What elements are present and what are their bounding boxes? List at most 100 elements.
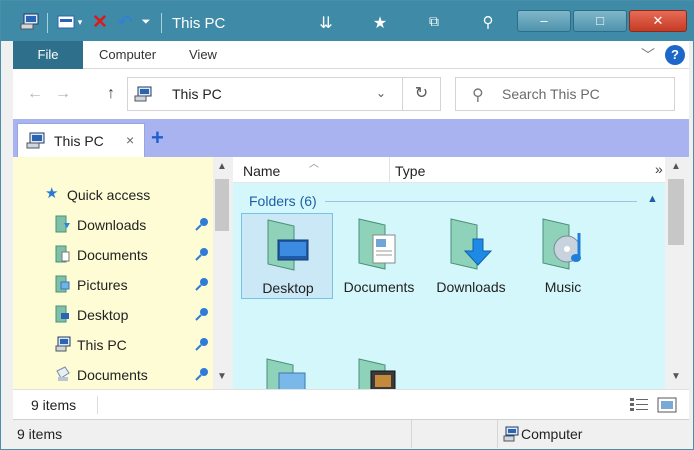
- separator: [47, 13, 48, 33]
- item-count: 9 items: [31, 397, 77, 413]
- forward-button[interactable]: →: [53, 83, 73, 105]
- close-tab-icon[interactable]: ×: [126, 132, 134, 148]
- customize-toolbar-icon[interactable]: ⏷: [139, 11, 153, 33]
- column-divider[interactable]: [389, 157, 390, 183]
- tab-computer[interactable]: Computer: [99, 41, 156, 69]
- window-title: This PC: [172, 15, 226, 32]
- folder-tile-downloads[interactable]: Downloads: [425, 213, 517, 299]
- desktop-folder-icon: [55, 305, 71, 323]
- chevron-down-icon[interactable]: ▾: [75, 11, 85, 33]
- pin-icon[interactable]: [195, 217, 209, 231]
- sort-ascending-icon: ︿: [309, 159, 319, 170]
- scroll-thumb[interactable]: [668, 179, 684, 245]
- tab-this-pc[interactable]: This PC ×: [17, 123, 145, 157]
- explorer-window: ▾ ✕ ↶ ⏷ This PC ⇊ ★ ⧉ ⚲ – □ ✕ File Compu…: [0, 0, 694, 450]
- undo-icon[interactable]: ↶: [115, 11, 135, 33]
- address-bar[interactable]: This PC ⌄ ↻: [127, 77, 441, 111]
- pin-icon[interactable]: [195, 307, 209, 321]
- pin-icon[interactable]: ⚲: [477, 13, 499, 33]
- tab-view[interactable]: View: [189, 41, 217, 69]
- details-view-icon[interactable]: [629, 396, 649, 414]
- search-icon: ⚲: [472, 87, 484, 104]
- window-copy-icon[interactable]: ⧉: [423, 13, 445, 33]
- computer-icon[interactable]: [19, 11, 41, 33]
- collapse-group-icon[interactable]: ▲: [647, 193, 658, 205]
- search-box[interactable]: ⚲: [455, 77, 675, 111]
- videos-folder-icon: [355, 357, 403, 389]
- desktop-folder-icon: [264, 218, 312, 272]
- minimize-button[interactable]: –: [517, 10, 571, 32]
- scroll-up-icon[interactable]: ▲: [667, 161, 685, 172]
- scroll-down-icon[interactable]: ▼: [213, 371, 231, 382]
- location-label: Computer: [521, 426, 583, 442]
- group-header[interactable]: Folders (6): [249, 193, 317, 209]
- column-header-row: ︿ Name Type »: [233, 157, 665, 183]
- refresh-button[interactable]: ↻: [402, 78, 440, 110]
- column-header-name[interactable]: Name: [243, 163, 280, 179]
- nav-item-downloads[interactable]: Downloads: [55, 213, 209, 237]
- back-button[interactable]: ←: [25, 83, 45, 105]
- separator: [497, 420, 498, 448]
- status-bar: 9 items: [13, 389, 689, 419]
- item-count: 9 items: [17, 426, 63, 442]
- scroll-thumb[interactable]: [215, 179, 229, 231]
- content-scrollbar[interactable]: ▲ ▼: [665, 157, 687, 389]
- downloads-folder-icon: [55, 215, 71, 233]
- maximize-button[interactable]: □: [573, 10, 627, 32]
- computer-icon: [26, 132, 46, 150]
- scroll-down-icon[interactable]: ▼: [667, 371, 685, 382]
- tab-label: This PC: [54, 133, 104, 149]
- group-divider: [325, 201, 637, 202]
- nav-item-this-pc[interactable]: This PC: [55, 333, 209, 357]
- nav-item-desktop[interactable]: Desktop: [55, 303, 209, 327]
- separator: [411, 420, 412, 448]
- pictures-folder-icon: [263, 357, 311, 389]
- nav-item-documents[interactable]: Documents: [55, 243, 209, 267]
- bottom-status-bar: 9 items Computer: [13, 419, 689, 448]
- tab-strip: This PC × +: [13, 119, 689, 157]
- documents-folder-icon: [355, 217, 403, 271]
- close-button[interactable]: ✕: [629, 10, 687, 32]
- folder-tile-documents[interactable]: Documents: [333, 213, 425, 299]
- pictures-folder-icon: [55, 275, 71, 293]
- folder-tile-desktop[interactable]: Desktop: [241, 213, 333, 299]
- folder-tile-music[interactable]: Music: [517, 213, 609, 299]
- star-icon[interactable]: ★: [369, 13, 391, 33]
- computer-icon: [55, 335, 71, 353]
- downloads-folder-icon: [447, 217, 495, 271]
- folder-tile-videos[interactable]: [333, 353, 425, 389]
- documents-library-icon: [55, 365, 71, 383]
- title-bar[interactable]: ▾ ✕ ↶ ⏷ This PC ⇊ ★ ⧉ ⚲ – □ ✕: [1, 1, 694, 41]
- content-pane: ︿ Name Type » Folders (6) ▲ Desktop Docu…: [233, 157, 687, 389]
- separator: [161, 13, 162, 33]
- pin-icon[interactable]: [195, 337, 209, 351]
- pin-icon[interactable]: [195, 277, 209, 291]
- pin-icon[interactable]: [195, 367, 209, 381]
- computer-icon: [503, 426, 519, 442]
- column-header-type[interactable]: Type: [395, 163, 425, 179]
- nav-scrollbar[interactable]: ▲ ▼: [213, 157, 231, 389]
- pin-icon[interactable]: [195, 247, 209, 261]
- help-icon[interactable]: ?: [665, 45, 685, 65]
- nav-item-pictures[interactable]: Pictures: [55, 273, 209, 297]
- more-columns-icon[interactable]: »: [655, 161, 663, 177]
- tab-file[interactable]: File: [13, 41, 83, 69]
- address-row: ← → ↑ This PC ⌄ ↻ ⚲: [13, 69, 689, 119]
- music-folder-icon: [539, 217, 587, 271]
- scroll-up-icon[interactable]: ▲: [213, 161, 231, 172]
- documents-folder-icon: [55, 245, 71, 263]
- delete-icon[interactable]: ✕: [91, 11, 109, 33]
- up-button[interactable]: ↑: [101, 83, 121, 105]
- chevron-down-icon[interactable]: ⌄: [376, 86, 386, 100]
- new-tab-button[interactable]: +: [151, 125, 164, 151]
- large-icons-view-icon[interactable]: [657, 396, 677, 414]
- navigation-pane: ★ Quick access Downloads Documents Pictu…: [13, 157, 231, 389]
- expand-ribbon-icon[interactable]: ﹀: [641, 45, 655, 65]
- star-icon: ★: [45, 185, 59, 202]
- nav-item-documents-library[interactable]: Documents: [55, 363, 209, 387]
- properties-icon[interactable]: [57, 11, 75, 33]
- folder-tile-pictures[interactable]: [241, 353, 333, 389]
- separator: [97, 396, 98, 414]
- search-input[interactable]: [502, 84, 670, 104]
- double-chevron-down-icon[interactable]: ⇊: [315, 13, 337, 33]
